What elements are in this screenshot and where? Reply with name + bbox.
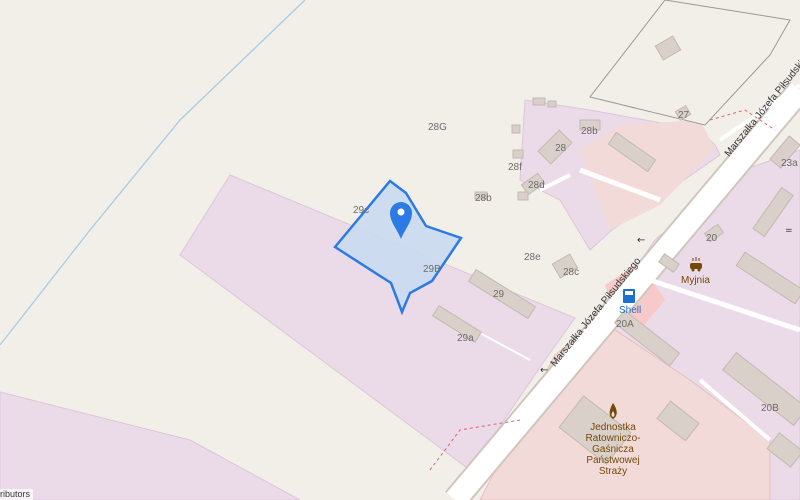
building [547,100,557,108]
address-label-28G: 28G [428,122,447,133]
building [511,124,521,134]
address-label-28: 28 [555,143,567,154]
address-label-29a: 29a [457,333,474,344]
address-label-23a: 23a [781,158,798,169]
building [532,97,546,106]
address-label-28b-lower: 28b [475,193,492,204]
oneway-arrow: = [785,226,793,236]
address-label-29: 29 [493,289,505,300]
map-attribution[interactable]: ributors [0,489,34,500]
map-canvas[interactable]: ← ← = [0,0,800,500]
oneway-arrow: ← [540,365,548,376]
fire-station-line-2: Ratowniczo- [585,433,641,444]
fire-station-line-3: Gaśnicza [592,444,634,455]
address-label-28c: 28c [563,267,580,278]
building [512,149,524,159]
address-label-28b: 28b [581,126,598,137]
fire-station-line-1: Jednostka [590,422,636,433]
poi-label-fire-station: Jednostka Ratowniczo- Gaśnicza Państwowe… [548,422,678,477]
address-label-28f: 28f [508,162,522,173]
fire-station-line-4: Państwowej [586,455,640,466]
address-label-28e: 28e [524,252,541,263]
address-label-20: 20 [706,233,718,244]
oneway-arrow: ← [637,235,645,246]
address-label-29B: 29B [423,264,441,275]
poi-label-fuel: Shell [619,305,642,316]
fire-station-line-5: Straży [598,466,628,477]
poi-label-carwash: Myjnia [681,275,710,286]
address-label-20B: 20B [761,403,779,414]
address-label-29c: 29c [353,205,370,216]
fuel-pump-icon [623,289,635,303]
building [517,191,529,201]
address-label-28d: 28d [528,180,545,191]
address-label-20A: 20A [616,319,634,330]
address-label-27: 27 [678,110,690,121]
